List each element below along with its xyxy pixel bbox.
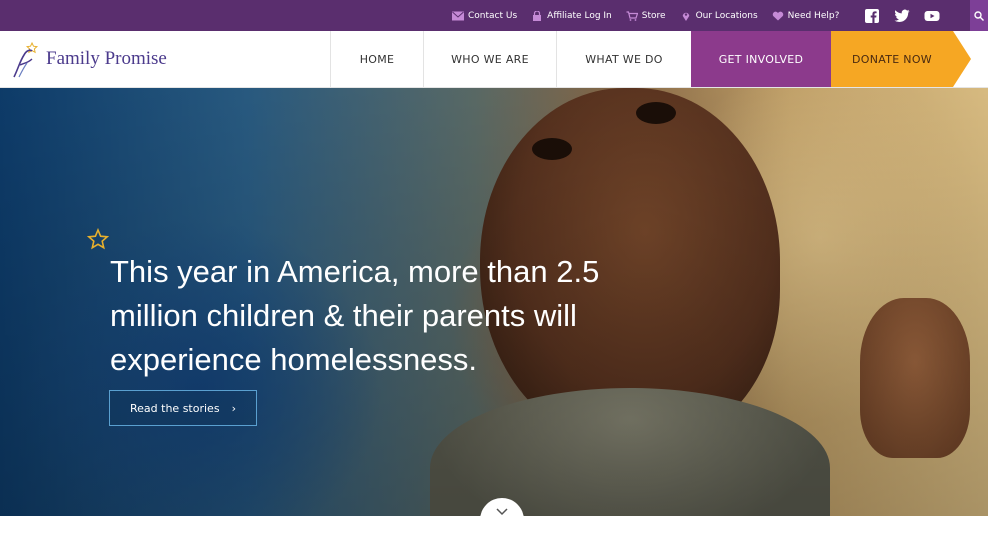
read-the-stories-label: Read the stories (130, 401, 220, 415)
our-locations-label: Our Locations (695, 10, 758, 21)
mail-icon (452, 11, 464, 20)
scroll-down-button[interactable] (480, 498, 524, 542)
primary-nav: HOME WHO WE ARE WHAT WE DO GET INVOLVED … (330, 31, 971, 87)
contact-us-link[interactable]: Contact Us (452, 11, 517, 21)
cart-icon (626, 10, 638, 21)
affiliate-login-label: Affiliate Log In (547, 10, 612, 21)
star-icon (86, 228, 110, 250)
logo-text: Family Promise (46, 48, 167, 69)
hero-headline: This year in America, more than 2.5 mill… (110, 254, 600, 377)
chevron-down-icon (496, 508, 508, 516)
logo-figure-icon (13, 41, 39, 78)
store-label: Store (641, 10, 666, 21)
contact-us-label: Contact Us (468, 10, 518, 21)
read-the-stories-button[interactable]: Read the stories › (109, 390, 257, 426)
nav-donate-now[interactable]: DONATE NOW (831, 31, 971, 87)
affiliate-login-link[interactable]: Affiliate Log In (531, 10, 612, 21)
youtube-icon[interactable] (924, 9, 940, 23)
donate-arrow (953, 31, 971, 87)
search-button[interactable] (970, 0, 988, 31)
store-link[interactable]: Store (626, 11, 666, 21)
twitter-icon[interactable] (894, 9, 910, 23)
our-locations-link[interactable]: Our Locations (680, 11, 758, 21)
lock-icon (533, 10, 542, 21)
need-help-link[interactable]: Need Help? (772, 10, 840, 21)
utility-bar: Contact Us Affiliate Log In Store Our Lo… (0, 0, 988, 31)
utility-links: Contact Us Affiliate Log In Store Our Lo… (452, 0, 839, 31)
facebook-icon[interactable] (864, 8, 880, 23)
nav-who-we-are[interactable]: WHO WE ARE (423, 31, 556, 87)
nav-home[interactable]: HOME (330, 31, 423, 87)
chevron-right-icon: › (231, 401, 236, 415)
nav-what-we-do[interactable]: WHAT WE DO (556, 31, 691, 87)
family-promise-logo[interactable]: Family Promise (10, 37, 190, 81)
nav-get-involved[interactable]: GET INVOLVED (691, 31, 831, 87)
donate-now-label: DONATE NOW (852, 52, 932, 66)
search-icon (974, 10, 984, 21)
location-pin-icon (682, 12, 689, 21)
need-help-label: Need Help? (787, 10, 840, 21)
main-header: Family Promise HOME WHO WE ARE WHAT WE D… (0, 31, 988, 88)
social-links (864, 0, 940, 31)
heart-icon (772, 11, 783, 20)
